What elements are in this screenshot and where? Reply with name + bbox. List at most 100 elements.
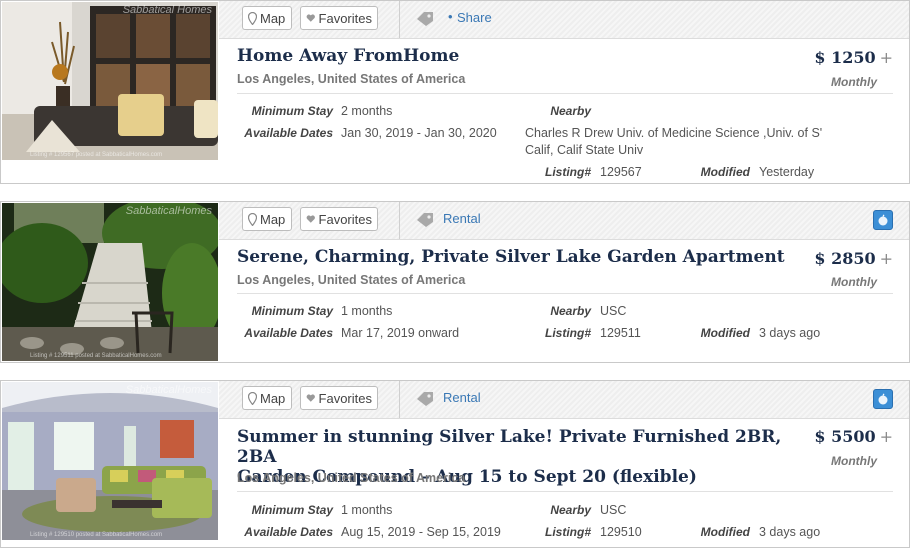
- listing-number-label: Listing#: [544, 326, 591, 340]
- min-stay-value: 1 months: [341, 503, 393, 517]
- map-button-label: Map: [260, 10, 286, 26]
- listing-card: Sabbatical Homes Listing # 129567 posted…: [0, 0, 910, 184]
- listing-location: Los Angeles, United States of America: [237, 471, 466, 485]
- modified-value: 3 days ago: [759, 525, 821, 539]
- listing-number-value: 129511: [600, 326, 641, 340]
- divider: [237, 293, 893, 294]
- apple-icon: [878, 393, 888, 405]
- modified-value: Yesterday: [759, 165, 815, 179]
- nearby-label: Nearby: [550, 104, 591, 118]
- listing-photo[interactable]: Sabbatical Homes Listing # 129567 posted…: [2, 2, 218, 160]
- available-dates-label: Available Dates: [244, 126, 333, 140]
- price-period: Monthly: [831, 275, 877, 289]
- map-button-label: Map: [260, 211, 286, 227]
- nearby-value-line1: Charles R Drew Univ. of Medicine Science…: [525, 126, 823, 140]
- divider: [237, 491, 893, 492]
- rental-link[interactable]: Rental: [443, 390, 481, 405]
- divider: [399, 1, 400, 38]
- available-dates-value: Jan 30, 2019 - Jan 30, 2020: [341, 126, 497, 140]
- heart-icon: [306, 215, 315, 223]
- map-pin-icon: [248, 391, 257, 405]
- price-value: $ 1250: [814, 48, 876, 67]
- listing-action-bar: Map Favorites Rental: [219, 381, 909, 419]
- divider: [237, 93, 893, 94]
- map-button-label: Map: [260, 390, 286, 406]
- favorites-button-label: Favorites: [318, 390, 372, 406]
- modified-value: 3 days ago: [759, 326, 821, 340]
- listing-title-line1: Summer in stunning Silver Lake! Private …: [237, 427, 782, 467]
- heart-icon: [306, 394, 315, 402]
- map-button[interactable]: Map: [242, 386, 292, 410]
- listing-card: SabbaticalHomes Listing # 129510 posted …: [0, 380, 910, 548]
- share-link[interactable]: Share: [457, 10, 492, 25]
- bullet-icon: •: [448, 9, 453, 24]
- apple-icon: [878, 214, 888, 226]
- min-stay-value: 2 months: [341, 104, 393, 118]
- tag-icon: [417, 392, 433, 406]
- map-button[interactable]: Map: [242, 6, 292, 30]
- listing-title[interactable]: Serene, Charming, Private Silver Lake Ga…: [237, 247, 797, 267]
- photo-caption: Listing # 129511 posted at SabbaticalHom…: [30, 353, 162, 359]
- price-plus: +: [879, 48, 893, 67]
- listing-card: SabbaticalHomes Listing # 129511 posted …: [0, 201, 910, 363]
- price-value: $ 2850: [814, 249, 876, 268]
- garden-photo: [2, 203, 218, 361]
- rental-link[interactable]: Rental: [443, 211, 481, 226]
- nearby-label: Nearby: [550, 503, 591, 517]
- listing-title[interactable]: Home Away FromHome: [237, 46, 797, 66]
- modified-label: Modified: [700, 165, 750, 179]
- listing-number-value: 129567: [600, 165, 642, 179]
- modified-label: Modified: [700, 525, 750, 539]
- apple-badge-icon[interactable]: [873, 389, 893, 409]
- favorites-button[interactable]: Favorites: [300, 386, 378, 410]
- listing-price: $ 5500 +: [814, 427, 893, 446]
- listing-action-bar: Map Favorites Rental: [219, 202, 909, 240]
- map-button[interactable]: Map: [242, 207, 292, 231]
- listing-action-bar: Map Favorites • Share: [219, 1, 909, 39]
- map-pin-icon: [248, 11, 257, 25]
- favorites-button[interactable]: Favorites: [300, 207, 378, 231]
- tag-icon: [417, 213, 433, 227]
- heart-icon: [306, 14, 315, 22]
- listing-number-label: Listing#: [544, 165, 591, 179]
- price-plus: +: [879, 249, 893, 268]
- photo-watermark: Sabbatical Homes: [122, 4, 212, 16]
- favorites-button-label: Favorites: [318, 10, 372, 26]
- price-plus: +: [879, 427, 893, 446]
- photo-caption: Listing # 129510 posted at SabbaticalHom…: [30, 532, 163, 538]
- available-dates-value: Aug 15, 2019 - Sep 15, 2019: [341, 525, 501, 539]
- listing-location: Los Angeles, United States of America: [237, 72, 466, 86]
- favorites-button-label: Favorites: [318, 211, 372, 227]
- available-dates-label: Available Dates: [244, 326, 333, 340]
- listing-price: $ 2850 +: [814, 249, 893, 268]
- price-value: $ 5500: [814, 427, 876, 446]
- tag-icon: [417, 12, 433, 26]
- modified-label: Modified: [700, 326, 750, 340]
- listing-photo[interactable]: SabbaticalHomes Listing # 129511 posted …: [2, 203, 218, 361]
- apple-badge-icon[interactable]: [873, 210, 893, 230]
- photo-caption: Listing # 129567 posted at SabbaticalHom…: [30, 152, 163, 158]
- living-room-photo: [2, 2, 218, 160]
- min-stay-value: 1 months: [341, 304, 393, 318]
- available-dates-label: Available Dates: [244, 525, 333, 539]
- nearby-value-line2: Calif, Calif State Univ: [525, 143, 644, 157]
- listing-price: $ 1250 +: [814, 48, 893, 67]
- favorites-button[interactable]: Favorites: [300, 6, 378, 30]
- photo-watermark: SabbaticalHomes: [125, 384, 212, 396]
- divider: [399, 202, 400, 239]
- listing-number-label: Listing#: [544, 525, 591, 539]
- nearby-value: USC: [600, 503, 627, 517]
- listing-number-value: 129510: [600, 525, 642, 539]
- listing-photo[interactable]: SabbaticalHomes Listing # 129510 posted …: [2, 382, 218, 540]
- available-dates-value: Mar 17, 2019 onward: [341, 326, 460, 340]
- living-room-photo: [2, 382, 218, 540]
- nearby-label: Nearby: [550, 304, 591, 318]
- min-stay-label: Minimum Stay: [251, 104, 333, 118]
- photo-watermark: SabbaticalHomes: [125, 205, 212, 217]
- map-pin-icon: [248, 212, 257, 226]
- divider: [399, 381, 400, 418]
- min-stay-label: Minimum Stay: [251, 304, 333, 318]
- price-period: Monthly: [831, 75, 877, 89]
- nearby-value: USC: [600, 304, 627, 318]
- min-stay-label: Minimum Stay: [251, 503, 333, 517]
